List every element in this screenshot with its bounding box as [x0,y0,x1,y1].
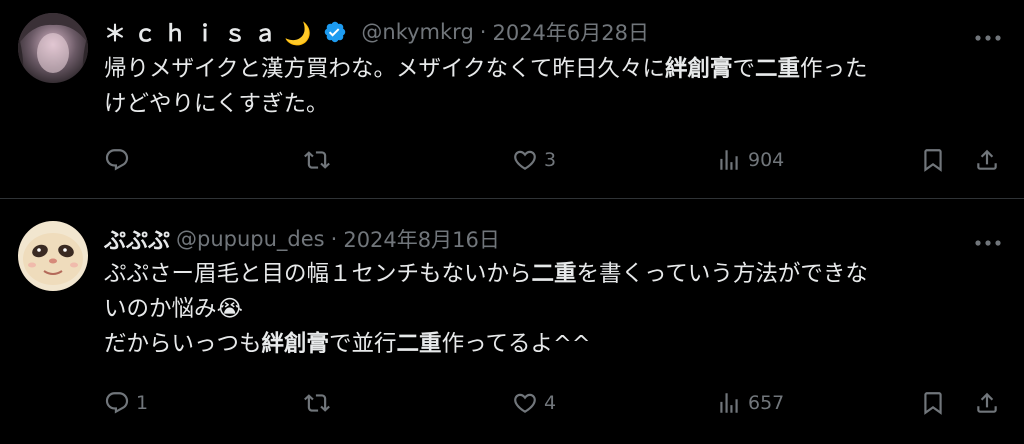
like-button[interactable]: 4 [512,387,556,419]
tweet-header: ぷぷぷ @pupupu_des · 2024年8月16日 [104,224,500,254]
views-chart-icon [720,393,738,413]
view-count: 657 [748,392,785,414]
tweet-text-segment: ぷぷさー眉毛と目の幅１センチもないから [104,261,532,287]
timeline-feed: ＊ｃｈｉｓａ🌙 @nkymkrg · 2024年6月28日 帰りメザイクと漢方買… [0,0,1024,444]
tweet-text: ぷぷさー眉毛と目の幅１センチもないから二重を書くっていう方法ができな いのか悩み… [104,257,1004,362]
like-count: 3 [544,149,557,171]
reply-button[interactable]: 1 [104,387,148,419]
tweet-text-segment: で並行 [329,331,397,357]
display-name[interactable]: ぷぷぷ [104,223,170,255]
more-dots-icon[interactable] [974,28,1002,41]
highlighted-keyword: 二重 [754,56,800,82]
action-bar: 3 904 [104,144,1004,176]
separator-dot: · [330,227,338,251]
display-name[interactable]: ＊ｃｈｉｓａ🌙 [104,16,319,48]
separator-dot: · [479,20,487,44]
share-icon [977,392,997,413]
like-button[interactable]: 3 [512,144,556,176]
tweet-date[interactable]: 2024年6月28日 [492,17,649,47]
avatar[interactable] [18,13,88,83]
avatar[interactable] [18,221,88,291]
tweet-text-segment: で [732,56,755,82]
views-button[interactable]: 904 [716,144,784,176]
reply-count: 1 [136,392,149,414]
tweet-date[interactable]: 2024年8月16日 [343,224,500,254]
tweet-text: 帰りメザイクと漢方買わな。メザイクなくて昨日久々に絆創膏で二重作った けどやりに… [104,52,1004,122]
highlighted-keyword: 絆創膏 [664,56,733,82]
like-count: 4 [544,392,557,414]
heart-icon [514,150,536,170]
tweet[interactable]: ＊ｃｈｉｓａ🌙 @nkymkrg · 2024年6月28日 帰りメザイクと漢方買… [0,0,1024,198]
view-count: 904 [748,149,785,171]
bookmark-icon [924,392,942,415]
retweet-button[interactable] [304,387,336,419]
retweet-button[interactable] [304,144,336,176]
retweet-icon [304,151,330,169]
tweet[interactable]: ぷぷぷ @pupupu_des · 2024年8月16日 ぷぷさー眉毛と目の幅１… [0,199,1024,444]
action-bar: 1 4 657 [104,387,1004,419]
tweet-header: ＊ｃｈｉｓａ🌙 @nkymkrg · 2024年6月28日 [104,17,649,47]
highlighted-keyword: 二重 [531,261,577,287]
bookmark-button[interactable] [920,387,946,419]
user-handle[interactable]: @nkymkrg [361,20,473,44]
reply-icon [105,392,129,414]
retweet-icon [304,394,330,412]
reply-button[interactable] [104,144,136,176]
more-dots-icon[interactable] [974,233,1002,246]
share-icon [977,149,997,170]
tweet-text-segment: 帰りメザイクと漢方買わな。メザイクなくて昨日久々に [104,56,665,82]
views-chart-icon [720,150,738,170]
highlighted-keyword: 絆創膏 [261,331,330,357]
bookmark-button[interactable] [920,144,946,176]
verified-badge-icon [323,20,347,44]
tweet-text-segment: 作ってるよ^^ [441,331,591,357]
bookmark-icon [924,149,942,172]
heart-icon [514,393,536,413]
reply-icon [105,149,129,171]
highlighted-keyword: 二重 [396,331,442,357]
share-button[interactable] [974,387,1000,419]
views-button[interactable]: 657 [716,387,784,419]
user-handle[interactable]: @pupupu_des [176,227,325,251]
share-button[interactable] [974,144,1000,176]
